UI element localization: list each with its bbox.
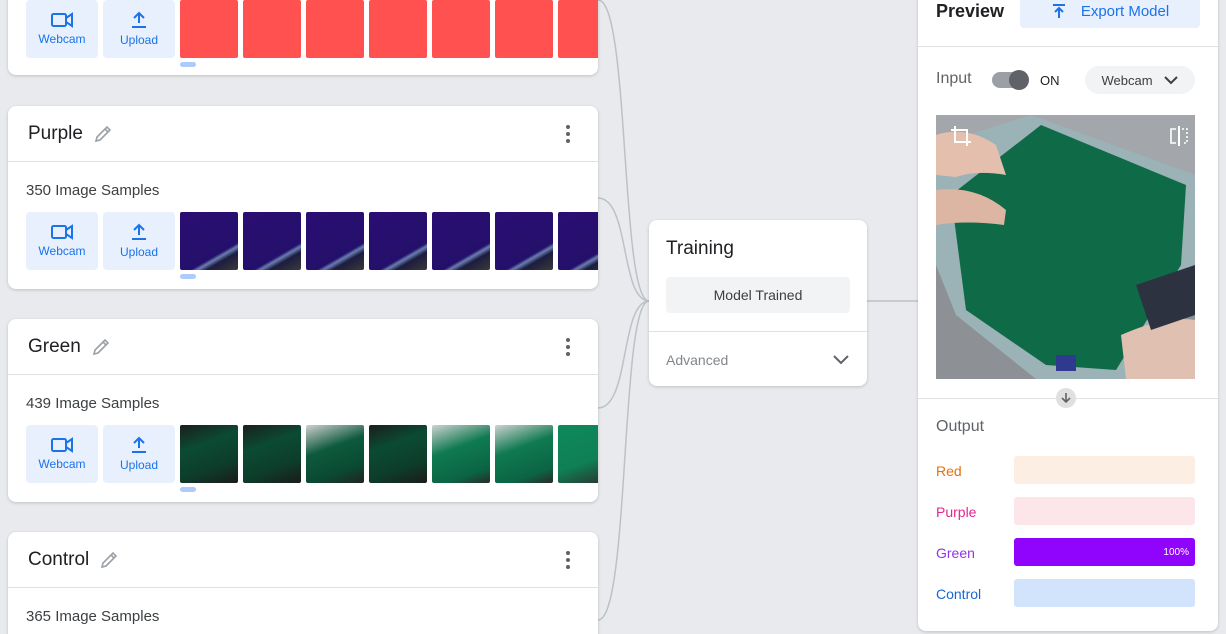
sample-thumbnail[interactable] — [558, 0, 598, 58]
output-row-control: Control — [936, 579, 1195, 607]
divider — [649, 331, 867, 332]
output-class-label: Purple — [936, 504, 977, 520]
confidence-bar — [1014, 579, 1195, 607]
video-camera-icon — [51, 224, 73, 240]
chevron-down-icon[interactable] — [832, 352, 850, 370]
arrow-down-icon[interactable] — [1056, 388, 1076, 408]
sample-thumbnail[interactable] — [432, 425, 490, 483]
output-label: Output — [936, 418, 985, 435]
pencil-icon[interactable] — [91, 337, 111, 357]
training-title: Training — [666, 238, 734, 259]
sample-thumbnail[interactable] — [369, 0, 427, 58]
webcam-label: Webcam — [38, 32, 86, 46]
sample-thumbnail[interactable] — [558, 425, 598, 483]
sample-thumbnail[interactable] — [369, 425, 427, 483]
output-class-label: Green — [936, 545, 975, 561]
sample-thumbnail[interactable] — [432, 0, 490, 58]
upload-label: Upload — [119, 245, 159, 259]
sample-thumbnail[interactable] — [306, 425, 364, 483]
upload-label: Upload — [119, 33, 159, 47]
input-label: Input — [936, 70, 972, 87]
webcam-label: Webcam — [38, 244, 86, 258]
train-model-button[interactable]: Model Trained — [666, 277, 850, 313]
sample-count: 439 Image Samples — [26, 395, 160, 412]
thumbnail-scrollbar[interactable] — [180, 62, 196, 67]
upload-label: Upload — [119, 458, 159, 472]
thumbnail-scrollbar[interactable] — [180, 274, 196, 279]
preview-panel: Preview Export Model Input ON Webcam Out… — [918, 0, 1218, 631]
confidence-bar — [1014, 456, 1195, 484]
more-options-icon[interactable] — [560, 338, 576, 356]
sample-thumbnail[interactable] — [369, 212, 427, 270]
sample-thumbnail[interactable] — [180, 0, 238, 58]
webcam-frame-image — [936, 115, 1195, 379]
more-options-icon[interactable] — [560, 125, 576, 143]
webcam-label: Webcam — [38, 457, 86, 471]
output-row-red: Red — [936, 456, 1195, 484]
sample-thumbnail[interactable] — [243, 425, 301, 483]
flip-icon[interactable] — [1169, 125, 1189, 152]
video-camera-icon — [51, 12, 73, 28]
pencil-icon[interactable] — [93, 124, 113, 144]
input-toggle[interactable] — [992, 70, 1029, 90]
advanced-toggle[interactable]: Advanced — [666, 352, 728, 368]
output-row-purple: Purple — [936, 497, 1195, 525]
chevron-down-icon — [1163, 76, 1178, 85]
export-label: Export Model — [1080, 2, 1170, 20]
class-name[interactable]: Purple — [28, 123, 83, 145]
crop-icon[interactable] — [950, 125, 972, 152]
sample-thumbnail[interactable] — [180, 425, 238, 483]
confidence-bar — [1014, 497, 1195, 525]
divider — [918, 46, 1218, 47]
sample-thumbnail[interactable] — [180, 212, 238, 270]
sample-thumbnail[interactable] — [495, 425, 553, 483]
upload-button[interactable]: Upload — [103, 425, 175, 483]
training-card: Training Model Trained Advanced — [649, 220, 867, 386]
output-class-label: Control — [936, 586, 982, 602]
preview-title: Preview — [936, 1, 1005, 21]
class-card-control: Control 365 Image Samples — [8, 532, 598, 634]
toggle-state-label: ON — [1040, 73, 1060, 88]
sample-thumbnail[interactable] — [243, 212, 301, 270]
sample-thumbnail[interactable] — [495, 0, 553, 58]
upload-icon — [132, 436, 146, 453]
pencil-icon[interactable] — [99, 550, 119, 570]
sample-thumbnail[interactable] — [306, 0, 364, 58]
class-card-green: Green 439 Image Samples Webcam Upload — [8, 319, 598, 502]
more-options-icon[interactable] — [560, 551, 576, 569]
sample-thumbnail[interactable] — [306, 212, 364, 270]
upload-button[interactable]: Upload — [103, 0, 175, 58]
video-camera-icon — [51, 437, 73, 453]
confidence-percent: 100% — [1163, 547, 1189, 558]
webcam-preview — [936, 115, 1195, 379]
output-class-label: Red — [936, 463, 962, 479]
sample-thumbnail[interactable] — [432, 212, 490, 270]
toggle-knob — [1009, 70, 1029, 90]
sample-thumbnail[interactable] — [495, 212, 553, 270]
sample-thumbnail[interactable] — [243, 0, 301, 58]
upload-icon — [132, 223, 146, 240]
webcam-button[interactable]: Webcam — [26, 0, 98, 58]
export-icon — [1052, 4, 1065, 18]
class-name[interactable]: Control — [28, 549, 89, 571]
thumbnail-scrollbar[interactable] — [180, 487, 196, 492]
sample-count: 365 Image Samples — [26, 608, 160, 625]
input-source-value: Webcam — [1101, 72, 1153, 88]
output-row-green: Green 100% — [936, 538, 1195, 566]
class-card-red: Webcam Upload — [8, 0, 598, 75]
upload-icon — [132, 11, 146, 28]
sample-count: 350 Image Samples — [26, 182, 160, 199]
webcam-button[interactable]: Webcam — [26, 212, 98, 270]
sample-thumbnail[interactable] — [558, 212, 598, 270]
upload-button[interactable]: Upload — [103, 212, 175, 270]
class-name[interactable]: Green — [28, 336, 81, 358]
confidence-bar: 100% — [1014, 538, 1195, 566]
class-card-purple: Purple 350 Image Samples Webcam Upload — [8, 106, 598, 289]
webcam-button[interactable]: Webcam — [26, 425, 98, 483]
export-model-button[interactable]: Export Model — [1020, 0, 1200, 28]
input-source-select[interactable]: Webcam — [1085, 66, 1195, 94]
